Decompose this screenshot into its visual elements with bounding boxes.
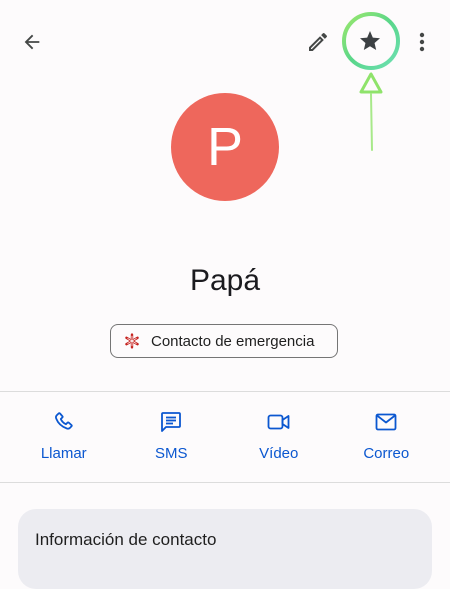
medical-asterisk-icon	[123, 332, 141, 350]
video-icon	[266, 409, 292, 435]
divider-top	[0, 391, 450, 392]
emergency-contact-chip[interactable]: Contacto de emergencia	[110, 324, 338, 358]
divider-bottom	[0, 482, 450, 483]
star-icon	[360, 31, 380, 50]
quick-actions-row: Llamar SMS Vídeo Correo	[0, 395, 450, 481]
contact-name: Papá	[189, 264, 261, 297]
edit-button[interactable]	[298, 22, 338, 62]
contact-info-title: Información de contacto	[35, 530, 217, 549]
contact-avatar: P	[171, 93, 279, 201]
top-app-bar	[0, 0, 450, 84]
back-button[interactable]	[12, 22, 52, 62]
contact-info-card: Información de contacto	[18, 509, 432, 589]
arrow-back-icon	[24, 34, 40, 50]
message-icon	[158, 409, 184, 435]
sms-action-label: SMS	[154, 445, 188, 462]
more-vert-icon	[419, 32, 425, 52]
email-action[interactable]: Correo	[341, 395, 431, 481]
favorite-star-button[interactable]	[343, 14, 397, 68]
mail-icon	[373, 409, 399, 435]
pencil-icon	[309, 32, 328, 51]
email-action-label: Correo	[363, 445, 410, 462]
video-action[interactable]: Vídeo	[234, 395, 324, 481]
phone-icon	[51, 409, 77, 435]
avatar-initial: P	[206, 117, 244, 177]
call-action-label: Llamar	[40, 445, 87, 462]
emergency-contact-label: Contacto de emergencia	[151, 332, 315, 350]
sms-action[interactable]: SMS	[126, 395, 216, 481]
call-action[interactable]: Llamar	[19, 395, 109, 481]
video-action-label: Vídeo	[259, 445, 299, 462]
more-options-button[interactable]	[404, 22, 440, 62]
